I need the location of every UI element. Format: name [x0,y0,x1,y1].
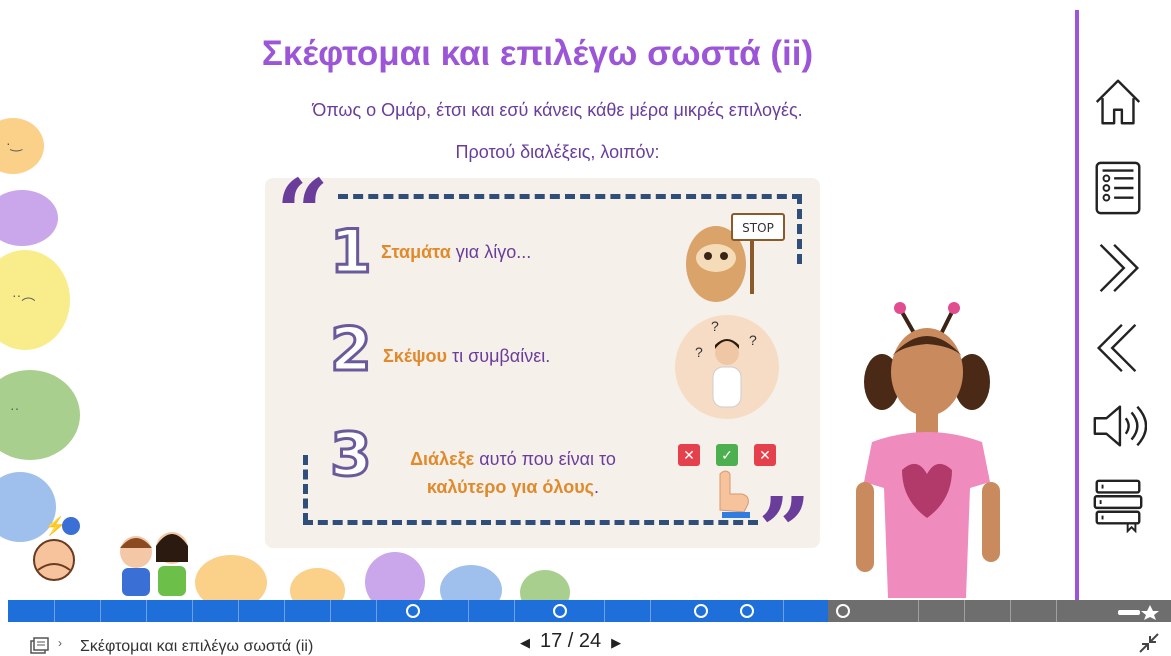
step-text: Διάλεξε αυτό που είναι το καλύτερο για ό… [378,445,648,501]
home-button[interactable] [1086,72,1150,132]
open-quote-icon: “ [276,159,329,267]
slide-canvas: ·‿ ··︵ ·· ⚡ Σκέφτομαι και επιλέγω σωστά … [0,0,1171,600]
dashed-border [303,520,758,525]
library-icon [1093,479,1143,533]
progress-segment[interactable] [650,600,651,622]
thinking-woman-illustration: ? ? ? [675,315,779,419]
progress-segment[interactable] [1010,600,1011,622]
page-title: Σκέφτομαι και επιλέγω σωστά (ii) [261,34,814,73]
choice-illustration: ✕ ✓ ✕ [678,444,776,518]
page-separator: / [562,630,579,652]
prev-page-icon[interactable]: ◀ [520,635,530,650]
progress-segment[interactable] [330,600,331,622]
progress-segment[interactable] [604,600,605,622]
svg-text:✓: ✓ [721,447,733,463]
svg-text:✕: ✕ [683,447,695,463]
dashed-border [303,455,308,523]
footer-slide-title: Σκέφτομαι και επιλέγω σωστά (ii) [80,638,314,655]
progress-segment[interactable] [376,600,377,622]
slides-panel-icon[interactable] [30,637,50,655]
progress-segment[interactable] [284,600,285,622]
step-highlight: Διάλεξε [410,449,475,469]
character-avatar [856,302,1000,598]
sloth-stop-illustration: STOP [686,213,785,302]
decor-blob-orange [195,555,267,600]
sidebar-divider [1075,10,1079,600]
progress-segment[interactable] [964,600,965,622]
chevron-right-icon[interactable]: › [58,636,62,650]
step-text: Σκέψου τι συμβαίνει. [383,346,550,367]
step-number: 3 [329,420,374,490]
dashed-border [797,194,802,264]
library-button[interactable] [1086,474,1150,534]
step-rest: για λίγο... [450,242,532,262]
step-highlight: Σταμάτα [381,242,451,262]
next-page-icon[interactable]: ▶ [611,635,621,650]
intro-line-2: Προτού διαλέξεις, λοιπόν: [455,142,660,162]
decor-blob-green [520,570,570,600]
progress-segment[interactable] [146,600,147,622]
bookmark-star-icon[interactable] [1118,604,1162,620]
progress-segment[interactable] [1056,600,1057,622]
audio-button[interactable] [1086,396,1150,456]
step-number: 1 [329,217,374,287]
svg-text:?: ? [749,332,757,348]
progress-segment[interactable] [783,600,784,622]
next-icon [1099,243,1140,293]
progress-marker[interactable] [836,604,850,618]
home-icon [1095,79,1141,125]
step-highlight: Σκέψου [383,346,447,366]
progress-marker[interactable] [553,604,567,618]
progress-segment[interactable] [100,600,101,622]
decor-blob-purple [0,190,58,246]
page-current: 17 [540,630,563,652]
step-rest: αυτό που είναι το [474,449,616,469]
kids-illustration: ⚡ [33,515,188,596]
page-total: 24 [578,630,602,652]
step-number: 2 [329,315,374,385]
step-text: Σταμάτα για λίγο... [381,242,531,263]
pager: ◀ 17 / 24 ▶ [520,630,621,653]
intro-line-1: Όπως ο Ομάρ, έτσι και εσύ κάνεις κάθε μέ… [312,100,803,120]
decor-face-icon: ·· [10,400,20,416]
progress-segment[interactable] [918,600,919,622]
progress-segment[interactable] [514,600,515,622]
decor-blob-blue [440,565,502,600]
previous-button[interactable] [1086,318,1150,378]
svg-text:?: ? [711,318,719,334]
decor-blob-purple [365,552,425,600]
exit-fullscreen-icon[interactable] [1138,632,1160,654]
step-highlight: καλύτερο για όλους [426,477,595,497]
menu-button[interactable] [1086,158,1150,218]
progress-marker[interactable] [406,604,420,618]
step-rest: . [594,477,600,497]
decor-blob-orange [290,568,345,600]
svg-text:✕: ✕ [759,447,771,463]
next-button[interactable] [1086,238,1150,298]
audio-icon [1093,405,1147,447]
svg-text:?: ? [695,344,703,360]
slide-progress-bar[interactable] [8,600,1171,622]
stop-sign-label: STOP [742,221,774,235]
progress-marker[interactable] [694,604,708,618]
previous-icon [1096,323,1137,373]
progress-segment[interactable] [468,600,469,622]
decor-face-icon: ··︵ [12,287,36,303]
dashed-border [338,194,802,199]
progress-segment[interactable] [192,600,193,622]
footer-bar: › Σκέφτομαι και επιλέγω σωστά (ii) ◀ 17 /… [0,622,1171,656]
menu-list-icon [1095,161,1141,215]
step-rest: τι συμβαίνει. [447,346,551,366]
progress-marker[interactable] [740,604,754,618]
progress-segment[interactable] [238,600,239,622]
progress-segment[interactable] [54,600,55,622]
